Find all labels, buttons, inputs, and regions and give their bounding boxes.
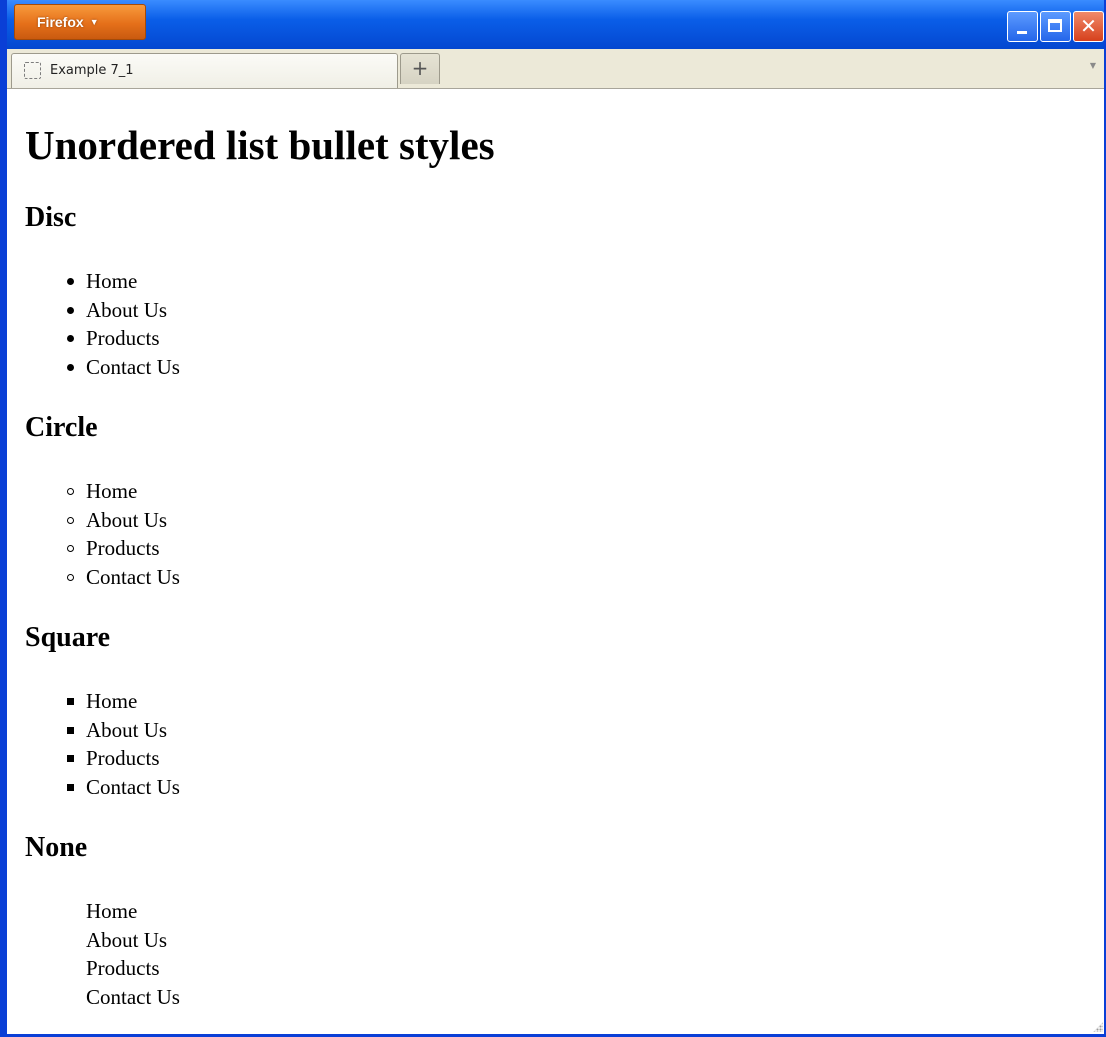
new-tab-button[interactable]: +: [400, 53, 440, 84]
square-bullet-icon: [64, 716, 78, 744]
section-heading-circle: Circle: [25, 412, 98, 443]
triangle-down-icon: ▼: [89, 17, 99, 27]
list-item-label: About Us: [86, 927, 168, 952]
circle-bullet-icon: [64, 506, 78, 534]
tab-label: Example 7_1: [50, 63, 134, 78]
firefox-menu-button[interactable]: Firefox ▼: [14, 4, 146, 40]
minimize-button[interactable]: [1007, 11, 1038, 42]
list-item: About Us: [86, 926, 180, 955]
list-item: Products: [67, 744, 180, 773]
list-item: Home: [67, 477, 180, 506]
circle-list: Home About Us Products Contact Us: [67, 477, 180, 592]
maximize-button[interactable]: [1040, 11, 1071, 42]
list-item-label: Contact Us: [86, 355, 180, 380]
list-item-label: Products: [86, 326, 160, 351]
circle-bullet-icon: [64, 534, 78, 562]
square-bullet-icon: [64, 687, 78, 715]
list-item-label: Products: [86, 956, 160, 981]
disc-bullet-icon: [64, 353, 78, 381]
page-title: Unordered list bullet styles: [25, 122, 495, 168]
section-heading-none: None: [25, 832, 88, 863]
disc-bullet-icon: [64, 296, 78, 324]
page-content: Unordered list bullet styles Disc Home A…: [7, 90, 1104, 1034]
browser-window: Firefox ▼ ✕ Example 7_1 + ▼ Unordered lis…: [0, 0, 1106, 1037]
list-item: About Us: [67, 506, 180, 535]
disc-list: Home About Us Products Contact Us: [67, 267, 180, 382]
firefox-menu-label: Firefox: [37, 14, 84, 30]
title-bar: Firefox ▼ ✕: [7, 0, 1104, 49]
list-item: Home: [67, 267, 180, 296]
list-item: Contact Us: [86, 983, 180, 1012]
square-list: Home About Us Products Contact Us: [67, 687, 180, 802]
unbulleted-list: Home About Us Products Contact Us: [86, 897, 180, 1012]
disc-bullet-icon: [64, 324, 78, 352]
square-bullet-icon: [64, 744, 78, 772]
list-item: Home: [67, 687, 180, 716]
list-item: About Us: [67, 296, 180, 325]
resize-grip-icon[interactable]: [1093, 1022, 1103, 1032]
list-item-label: Contact Us: [86, 775, 180, 800]
list-item: About Us: [67, 716, 180, 745]
list-item-label: Contact Us: [86, 985, 180, 1010]
tab-example-7-1[interactable]: Example 7_1: [11, 53, 398, 88]
blank-page-icon: [24, 62, 41, 79]
list-item-label: Home: [86, 479, 138, 503]
list-item: Contact Us: [67, 773, 180, 802]
list-item-label: About Us: [86, 717, 168, 742]
section-heading-square: Square: [25, 622, 111, 653]
close-button[interactable]: ✕: [1073, 11, 1104, 42]
list-item-label: Contact Us: [86, 565, 180, 590]
list-item-label: Home: [86, 899, 138, 923]
minimize-icon: [1017, 31, 1027, 34]
square-bullet-icon: [64, 773, 78, 801]
disc-bullet-icon: [64, 267, 78, 295]
list-item-label: About Us: [86, 297, 168, 322]
list-item-label: About Us: [86, 507, 168, 532]
list-item-label: Products: [86, 746, 160, 771]
list-item: Home: [86, 897, 180, 926]
list-item: Contact Us: [67, 353, 180, 382]
list-item: Products: [67, 324, 180, 353]
list-item-label: Home: [86, 269, 138, 293]
tab-strip: Example 7_1 + ▼: [7, 49, 1104, 89]
chevron-down-icon[interactable]: ▼: [1090, 61, 1096, 70]
list-item: Contact Us: [67, 563, 180, 592]
circle-bullet-icon: [64, 563, 78, 591]
window-controls: ✕: [1007, 11, 1104, 42]
maximize-icon: [1048, 19, 1062, 32]
plus-icon: +: [411, 56, 429, 80]
close-icon: ✕: [1080, 14, 1097, 38]
list-item: Products: [86, 954, 180, 983]
list-item-label: Products: [86, 536, 160, 561]
list-item-label: Home: [86, 689, 138, 713]
section-heading-disc: Disc: [25, 202, 77, 233]
circle-bullet-icon: [64, 477, 78, 505]
list-item: Products: [67, 534, 180, 563]
